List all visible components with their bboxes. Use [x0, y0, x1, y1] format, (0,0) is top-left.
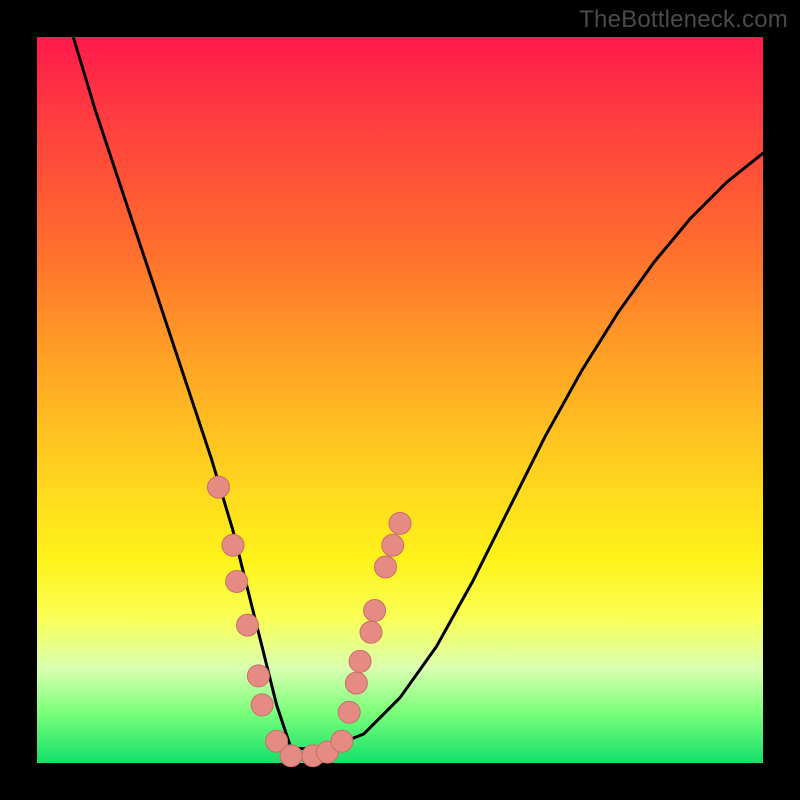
data-marker: [345, 672, 367, 694]
watermark-text: TheBottleneck.com: [579, 6, 788, 34]
data-marker: [375, 556, 397, 578]
data-marker: [338, 701, 360, 723]
data-marker: [349, 650, 371, 672]
data-marker: [226, 571, 248, 593]
data-marker: [251, 694, 273, 716]
data-marker: [247, 665, 269, 687]
chart-frame: TheBottleneck.com: [0, 0, 800, 800]
data-marker: [331, 730, 353, 752]
data-marker: [360, 621, 382, 643]
data-marker: [208, 476, 230, 498]
bottleneck-curve: [73, 37, 763, 749]
bottleneck-curve-svg: [37, 37, 763, 763]
data-marker: [237, 614, 259, 636]
data-marker: [222, 534, 244, 556]
data-marker: [389, 512, 411, 534]
data-marker: [280, 745, 302, 767]
data-marker: [364, 600, 386, 622]
data-marker: [382, 534, 404, 556]
plot-area: [37, 37, 763, 763]
